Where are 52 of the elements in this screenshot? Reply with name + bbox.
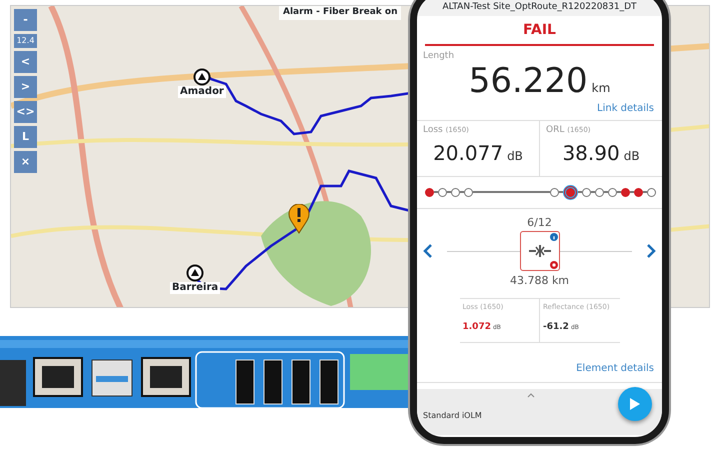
map-control-button[interactable]: - [14, 9, 37, 31]
play-button[interactable] [618, 387, 652, 421]
map-control-button[interactable]: > [14, 76, 37, 98]
element-distance: 43.788 km [510, 273, 570, 289]
test-title: ALTAN-Test Site_OptRoute_R120220831_DT [417, 0, 662, 16]
event-marker[interactable] [425, 188, 434, 196]
event-marker[interactable] [595, 188, 604, 196]
event-marker[interactable] [464, 188, 473, 196]
event-marker[interactable] [634, 188, 643, 196]
metric-label: ORL [546, 125, 564, 135]
link-details-link[interactable]: Link details [417, 99, 662, 120]
test-type-label: Standard iOLM [423, 410, 482, 422]
site-label: Amador [178, 86, 226, 98]
chevron-right-icon[interactable] [646, 243, 656, 259]
connector-icon [528, 244, 552, 258]
metric-label: Loss [423, 125, 443, 135]
chevron-left-icon[interactable] [423, 243, 433, 259]
element-position: 6/12 [527, 214, 552, 230]
metric-value: -61.2 [543, 322, 569, 332]
alarm-label: Alarm - Fiber Break on [279, 6, 402, 20]
alarm-pin-icon[interactable] [288, 204, 310, 234]
caret-up-icon[interactable] [527, 393, 535, 398]
event-marker[interactable] [451, 188, 460, 196]
event-marker[interactable] [608, 188, 617, 196]
map-control-button[interactable]: <> [14, 101, 37, 123]
event-marker[interactable] [563, 184, 578, 200]
element-box[interactable] [520, 231, 560, 271]
length-label: Length [422, 50, 456, 62]
verdict-label: FAIL [425, 20, 654, 46]
event-marker[interactable] [550, 188, 559, 196]
length-value: 56.220 [468, 63, 588, 99]
map-control-button[interactable]: × [14, 151, 37, 173]
metric-value: 1.072 [462, 322, 491, 332]
unit-label: dB [624, 148, 640, 164]
event-marker[interactable] [647, 188, 656, 196]
unit-label: km [592, 80, 610, 97]
metric-value: 38.90 [562, 140, 620, 166]
element-details-link[interactable]: Element details [417, 343, 662, 383]
map-control-button[interactable]: < [14, 51, 37, 73]
site-label: Barreira [170, 282, 220, 294]
event-marker[interactable] [621, 188, 630, 196]
info-icon [550, 233, 558, 241]
zoom-level: 12.4 [14, 34, 37, 48]
site-marker-icon[interactable] [186, 264, 204, 282]
metric-value: 20.077 [433, 140, 504, 166]
event-marker[interactable] [438, 188, 447, 196]
error-icon [550, 261, 558, 269]
map-control-button[interactable]: L [14, 126, 37, 148]
unit-label: dB [507, 148, 523, 164]
event-marker[interactable] [582, 188, 591, 196]
play-icon [629, 397, 641, 411]
site-marker-icon[interactable] [192, 68, 211, 86]
